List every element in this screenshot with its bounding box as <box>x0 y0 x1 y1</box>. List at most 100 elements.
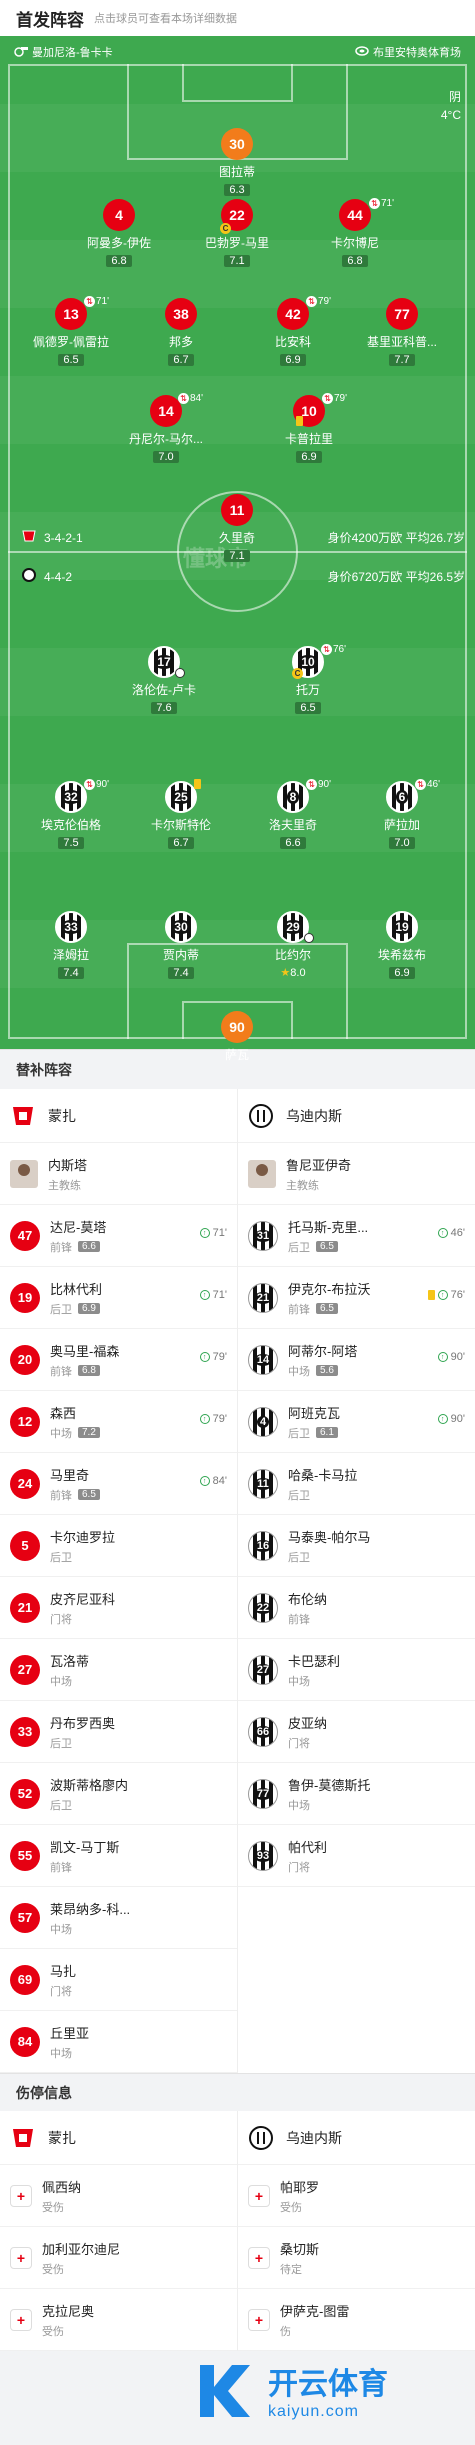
player-rating: 6.5 <box>295 702 321 714</box>
player-rating: 5.6 <box>316 1365 338 1376</box>
away-sub-row[interactable]: 27 卡巴瑟利 中场 <box>238 1639 475 1701</box>
away-player-8[interactable]: 30 贾内蒂 7.4 <box>136 911 226 981</box>
away-team-row[interactable]: 乌迪内斯 <box>238 2111 475 2165</box>
player-name: 久里奇 <box>218 531 255 545</box>
home-sub-row[interactable]: 84 丘里亚 中场 <box>0 2011 237 2073</box>
sub-in-time: ↑ 90' <box>437 1413 465 1425</box>
away-sub-row[interactable]: 22 布伦纳 前锋 <box>238 1577 475 1639</box>
jersey-number: 77 <box>248 1778 278 1809</box>
home-injury-row[interactable]: + 加利亚尔迪尼 受伤 <box>0 2227 237 2289</box>
player-name: 佩西纳 <box>42 2179 82 2195</box>
away-player-11[interactable]: 90 萨瓦 <box>192 1011 282 1063</box>
jersey-number: 33 <box>10 1716 40 1747</box>
home-player-11[interactable]: 11 久里奇 7.1 <box>192 494 282 564</box>
player-name: 伊萨克-图雷 <box>280 2303 350 2319</box>
away-sub-row[interactable]: 16 马泰奥-帕尔马 后卫 <box>238 1515 475 1577</box>
home-sub-row[interactable]: 57 莱昂纳多-科... 中场 <box>0 1887 237 1949</box>
jersey-number-text: 16 <box>253 1539 273 1552</box>
player-name: 克拉尼奥 <box>42 2303 95 2319</box>
away-sub-row[interactable]: 4 阿班克瓦 后卫 6.1 ↑ 90' <box>238 1391 475 1453</box>
away-team-row[interactable]: 乌迪内斯 <box>238 1089 475 1143</box>
player-rating: 6.8 <box>106 255 132 267</box>
home-sub-row[interactable]: 52 波斯蒂格廖内 后卫 <box>0 1763 237 1825</box>
away-player-9[interactable]: 29 比约尔 ★8.0 <box>248 911 338 981</box>
coach-name: 鲁尼亚伊奇 <box>286 1157 352 1173</box>
away-sub-row[interactable]: 93 帕代利 门将 <box>238 1825 475 1887</box>
away-player-2[interactable]: 10 托万 6.5 <box>263 646 353 716</box>
home-sub-row[interactable]: 19 比林代利 后卫 6.9 ↑ 71' <box>0 1267 237 1329</box>
away-player-7[interactable]: 33 泽姆拉 7.4 <box>26 911 116 981</box>
jersey-number-text: 29 <box>283 920 303 934</box>
player-position: 后卫 <box>288 1427 310 1440</box>
home-sub-row[interactable]: 55 凯文-马丁斯 前锋 <box>0 1825 237 1887</box>
away-player-4[interactable]: 25 卡尔斯特伦 6.7 <box>136 781 226 851</box>
away-injury-row[interactable]: + 桑切斯 待定 <box>238 2227 475 2289</box>
away-player-10[interactable]: 19 埃希兹布 6.9 <box>357 911 447 981</box>
home-team-name: 曼加尼洛-鲁卡卡 <box>32 47 113 59</box>
home-player-7[interactable]: 42 比安科 6.9 <box>248 298 338 368</box>
sub-time: 84' <box>190 393 204 404</box>
ball-icon <box>175 668 185 678</box>
home-sub-row[interactable]: 5 卡尔迪罗拉 后卫 <box>0 1515 237 1577</box>
udinese-logo-icon <box>248 2125 274 2151</box>
home-player-10[interactable]: 10 卡普拉里 6.9 <box>264 395 354 465</box>
home-player-1[interactable]: 30 图拉蒂 6.3 <box>192 128 282 198</box>
home-player-6[interactable]: 38 邦多 6.7 <box>136 298 226 368</box>
monza-logo-icon <box>22 529 36 546</box>
player-name: 哈桑-卡马拉 <box>288 1467 358 1483</box>
sub-time: 79' <box>334 393 348 404</box>
away-sub-row[interactable]: 11 哈桑-卡马拉 后卫 <box>238 1453 475 1515</box>
away-injury-row[interactable]: + 帕耶罗 受伤 <box>238 2165 475 2227</box>
injury-status: 受伤 <box>42 2201 64 2214</box>
away-sub-row[interactable]: 77 鲁伊-莫德斯托 中场 <box>238 1763 475 1825</box>
player-position: 中场 <box>288 1675 310 1688</box>
monza-logo-icon <box>10 2125 36 2151</box>
away-sub-row[interactable]: 14 阿蒂尔-阿塔 中场 5.6 ↑ 90' <box>238 1329 475 1391</box>
home-player-4[interactable]: 44 卡尔博尼 6.8 <box>310 199 400 269</box>
jersey-number-text: 30 <box>171 920 191 934</box>
player-position: 前锋 <box>288 1613 310 1626</box>
home-sub-row[interactable]: 24 马里奇 前锋 6.5 ↑ 84' <box>0 1453 237 1515</box>
player-position: 中场 <box>50 1675 72 1688</box>
away-sub-row[interactable]: 31 托马斯-克里... 后卫 6.5 ↑ 46' <box>238 1205 475 1267</box>
home-team-row[interactable]: 蒙扎 <box>0 2111 237 2165</box>
away-player-3[interactable]: 32 埃克伦伯格 7.5 <box>26 781 116 851</box>
player-rating: 6.5 <box>78 1489 100 1500</box>
away-sub-row[interactable]: 21 伊克尔-布拉沃 前锋 6.5 ↑ 76' <box>238 1267 475 1329</box>
home-player-9[interactable]: 14 丹尼尔-马尔... 7.0 <box>121 395 211 465</box>
away-player-6[interactable]: 6 萨拉加 7.0 <box>357 781 447 851</box>
player-rating: 7.1 <box>224 255 250 267</box>
home-sub-row[interactable]: 21 皮齐尼亚科 门将 <box>0 1577 237 1639</box>
home-coach-row[interactable]: 内斯塔 主教练 <box>0 1143 237 1205</box>
player-name: 帕耶罗 <box>280 2179 320 2195</box>
medical-cross-icon: + <box>248 2308 270 2331</box>
player-name: 加利亚尔迪尼 <box>42 2241 121 2257</box>
home-sub-row[interactable]: 47 达尼-莫塔 前锋 6.6 ↑ 71' <box>0 1205 237 1267</box>
away-player-1[interactable]: 17 洛伦佐-卢卡 7.6 <box>119 646 209 716</box>
player-name: 阿曼多-伊佐 <box>87 236 151 250</box>
home-player-5[interactable]: 13 佩德罗-佩雷拉 6.5 <box>26 298 116 368</box>
home-sub-row[interactable]: 69 马扎 门将 <box>0 1949 237 2011</box>
jersey-number-text: 17 <box>154 655 174 669</box>
player-rating: 7.6 <box>151 702 177 714</box>
away-coach-row[interactable]: 鲁尼亚伊奇 主教练 <box>238 1143 475 1205</box>
home-player-3[interactable]: 22 巴勃罗-马里 7.1 <box>192 199 282 269</box>
home-team-row[interactable]: 蒙扎 <box>0 1089 237 1143</box>
home-player-2[interactable]: 4 阿曼多-伊佐 6.8 <box>74 199 164 269</box>
player-position: 前锋 <box>50 1489 72 1502</box>
home-injury-row[interactable]: + 佩西纳 受伤 <box>0 2165 237 2227</box>
home-sub-row[interactable]: 20 奥马里-福森 前锋 6.8 ↑ 79' <box>0 1329 237 1391</box>
home-sub-row[interactable]: 27 瓦洛蒂 中场 <box>0 1639 237 1701</box>
coach-role: 主教练 <box>48 1179 81 1192</box>
home-sub-row[interactable]: 33 丹布罗西奥 后卫 <box>0 1701 237 1763</box>
away-player-5[interactable]: 8 洛夫里奇 6.6 <box>248 781 338 851</box>
player-name: 桑切斯 <box>280 2241 320 2257</box>
player-rating: 7.4 <box>58 967 84 979</box>
sub-marker: ⇅ 76' <box>321 644 346 655</box>
jersey-number-text: 14 <box>253 1353 273 1366</box>
sub-in-icon: ↑ <box>437 1290 448 1300</box>
home-sub-row[interactable]: 12 森西 中场 7.2 ↑ 79' <box>0 1391 237 1453</box>
home-player-8[interactable]: 77 基里亚科普... 7.7 <box>357 298 447 368</box>
away-sub-row[interactable]: 66 皮亚纳 门将 <box>238 1701 475 1763</box>
player-position: 门将 <box>50 1985 72 1998</box>
